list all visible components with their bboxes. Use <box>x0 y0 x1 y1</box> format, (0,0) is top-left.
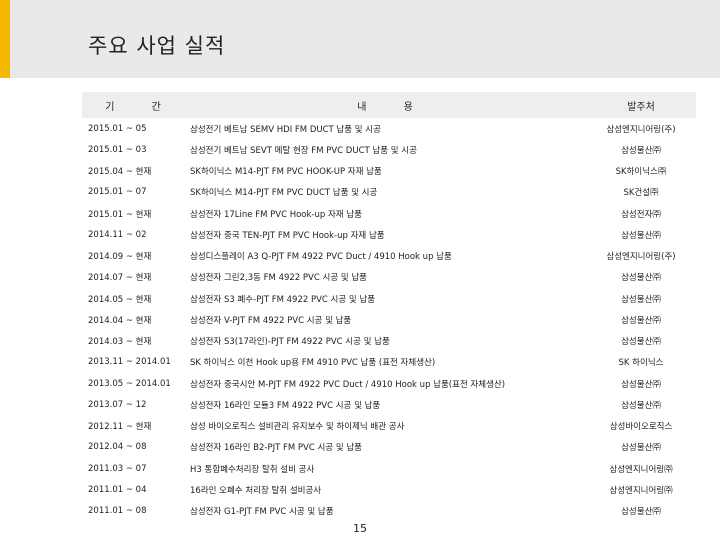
table-row: 2011.01 ~ 04 16라인 오폐수 처리장 탈취 설비공사 삼성엔지니어링㈜ <box>82 479 696 500</box>
client-cell: 삼성물산㈜ <box>621 379 661 390</box>
table-row: 2013.05 ~ 2014.01 삼성전자 중국시안 M-PJT FM 4922… <box>82 373 696 394</box>
client-cell: 삼성엔지니어링㈜ <box>609 464 673 475</box>
client-cell: SK건설㈜ <box>623 188 659 199</box>
client-cell: 삼성물산㈜ <box>621 315 661 326</box>
content-cell: SK하이닉스 M14-PJT FM PVC DUCT 납품 및 시공 <box>190 188 378 199</box>
content-cell: 삼성전자 중국시안 M-PJT FM 4922 PVC Duct / 4910 … <box>190 379 506 390</box>
period-cell: 2015.01 ~ 현재 <box>88 209 152 220</box>
table-row: 2015.01 ~ 07 SK하이닉스 M14-PJT FM PVC DUCT 납… <box>82 182 696 203</box>
table-row: 2014.05 ~ 현재 삼성전자 S3 폐수-PJT FM 4922 PVC 시… <box>82 288 696 309</box>
table-row: 2013.11 ~ 2014.01 SK 하이닉스 이천 Hook up용 FM … <box>82 352 696 373</box>
client-cell: SK 하이닉스 <box>618 358 664 369</box>
period-cell: 2013.11 ~ 2014.01 <box>88 357 171 368</box>
accent-bar <box>0 0 10 78</box>
table-row: 2014.07 ~ 현재 삼성전자 그린2,3동 FM 4922 PVC 시공 및… <box>82 267 696 288</box>
content-cell: 삼성전자 S3 폐수-PJT FM 4922 PVC 시공 및 납품 <box>190 294 376 305</box>
period-cell: 2014.03 ~ 현재 <box>88 337 152 348</box>
table-row: 2012.11 ~ 현재 삼성 바이오로직스 설비관리 유지보수 및 하이제닉 배… <box>82 416 696 437</box>
period-cell: 2014.04 ~ 현재 <box>88 315 152 326</box>
table-row: 2014.04 ~ 현재 삼성전자 V-PJT FM 4922 PVC 시공 및 … <box>82 309 696 330</box>
period-cell: 2012.11 ~ 현재 <box>88 422 152 433</box>
period-cell: 2015.01 ~ 07 <box>88 187 147 198</box>
period-cell: 2014.07 ~ 현재 <box>88 273 152 284</box>
table-row: 2012.04 ~ 08 삼성전자 16라인 B2-PJT FM PVC 시공 및… <box>82 437 696 458</box>
period-cell: 2011.03 ~ 07 <box>88 463 147 474</box>
client-cell: 삼성물산㈜ <box>621 294 661 305</box>
content-cell: 삼성전자 V-PJT FM 4922 PVC 시공 및 납품 <box>190 315 352 326</box>
period-cell: 2013.05 ~ 2014.01 <box>88 378 171 389</box>
table-row: 2015.01 ~ 현재 삼성전자 17Line FM PVC Hook-up 자… <box>82 203 696 224</box>
period-cell: 2014.09 ~ 현재 <box>88 252 152 263</box>
client-cell: 삼성물산㈜ <box>621 230 661 241</box>
table-row: 2014.11 ~ 02 삼성전자 중국 TEN-PJT FM PVC Hook-… <box>82 224 696 245</box>
content-cell: 삼성전자 16라인 B2-PJT FM PVC 시공 및 납품 <box>190 443 362 454</box>
client-cell: 삼성물산㈜ <box>621 145 661 156</box>
period-cell: 2011.01 ~ 04 <box>88 484 147 495</box>
content-cell: 16라인 오폐수 처리장 탈취 설비공사 <box>190 485 322 496</box>
header-content: 내 용 <box>186 92 586 118</box>
period-cell: 2014.05 ~ 현재 <box>88 294 152 305</box>
table-row: 2014.09 ~ 현재 삼성디스플레이 A3 Q-PJT FM 4922 PVC… <box>82 246 696 267</box>
header-period: 기 간 <box>82 92 186 118</box>
client-cell: 삼성엔지니어링(주) <box>606 252 676 263</box>
table-row: 2011.03 ~ 07 H3 통합폐수처리장 탈취 설비 공사 삼성엔지니어링㈜ <box>82 458 696 479</box>
client-cell: 삼성물산㈜ <box>621 507 661 518</box>
page-title: 주요 사업 실적 <box>88 34 226 58</box>
period-cell: 2014.11 ~ 02 <box>88 229 147 240</box>
client-cell: SK하이닉스㈜ <box>615 167 667 178</box>
client-cell: 삼성물산㈜ <box>621 337 661 348</box>
period-cell: 2015.01 ~ 05 <box>88 123 147 134</box>
content-cell: 삼성전기 베트남 SEVT 메탈 현장 FM PVC DUCT 납품 및 시공 <box>190 145 417 156</box>
content-cell: SK 하이닉스 이천 Hook up용 FM 4910 PVC 납품 (표전 자… <box>190 358 436 369</box>
client-cell: 삼성물산㈜ <box>621 443 661 454</box>
period-cell: 2011.01 ~ 08 <box>88 506 147 517</box>
table-header-row: 기 간 내 용 발주처 <box>82 92 696 118</box>
period-cell: 2013.07 ~ 12 <box>88 399 147 410</box>
table-row: 2014.03 ~ 현재 삼성전자 S3(17라인)-PJT FM 4922 PV… <box>82 331 696 352</box>
period-cell: 2015.04 ~ 현재 <box>88 167 152 178</box>
table-row: 2015.04 ~ 현재 SK하이닉스 M14-PJT FM PVC HOOK-U… <box>82 161 696 182</box>
period-cell: 2012.04 ~ 08 <box>88 442 147 453</box>
header-client: 발주처 <box>586 92 696 118</box>
content-cell: 삼성전자 17Line FM PVC Hook-up 자재 납품 <box>190 209 362 220</box>
table-row: 2015.01 ~ 03 삼성전기 베트남 SEVT 메탈 현장 FM PVC D… <box>82 139 696 160</box>
client-cell: 삼성전자㈜ <box>621 209 661 220</box>
content-cell: 삼성전자 16라인 모듈3 FM 4922 PVC 시공 및 납품 <box>190 400 381 411</box>
table-row: 2013.07 ~ 12 삼성전자 16라인 모듈3 FM 4922 PVC 시공… <box>82 394 696 415</box>
client-cell: 삼성바이오로직스 <box>609 422 673 433</box>
content-cell: 삼성전기 베트남 SEMV HDI FM DUCT 납품 및 시공 <box>190 124 381 135</box>
page-number: 15 <box>353 522 367 535</box>
content-cell: 삼성전자 중국 TEN-PJT FM PVC Hook-up 자재 납품 <box>190 230 385 241</box>
content-cell: 삼성디스플레이 A3 Q-PJT FM 4922 PVC Duct / 4910… <box>190 252 452 263</box>
content-cell: 삼성전자 S3(17라인)-PJT FM 4922 PVC 시공 및 납품 <box>190 337 390 348</box>
client-cell: 삼성엔지니어링㈜ <box>609 485 673 496</box>
table-row: 2011.01 ~ 08 삼성전자 G1-PJT FM PVC 시공 및 납품 삼성… <box>82 501 696 522</box>
client-cell: 삼성물산㈜ <box>621 273 661 284</box>
content-cell: SK하이닉스 M14-PJT FM PVC HOOK-UP 자재 납품 <box>190 167 382 178</box>
content-cell: H3 통합폐수처리장 탈취 설비 공사 <box>190 464 315 475</box>
content-cell: 삼성전자 그린2,3동 FM 4922 PVC 시공 및 납품 <box>190 273 368 284</box>
table-row: 2015.01 ~ 05 삼성전기 베트남 SEMV HDI FM DUCT 납품… <box>82 118 696 139</box>
client-cell: 삼성물산㈜ <box>621 400 661 411</box>
period-cell: 2015.01 ~ 03 <box>88 144 147 155</box>
client-cell: 삼성엔지니어링(주) <box>606 124 676 135</box>
content-cell: 삼성 바이오로직스 설비관리 유지보수 및 하이제닉 배관 공사 <box>190 422 405 433</box>
content-cell: 삼성전자 G1-PJT FM PVC 시공 및 납품 <box>190 507 334 518</box>
projects-table: 기 간 내 용 발주처 2015.01 ~ 05 삼성전기 베트남 SEMV HD… <box>82 92 696 522</box>
